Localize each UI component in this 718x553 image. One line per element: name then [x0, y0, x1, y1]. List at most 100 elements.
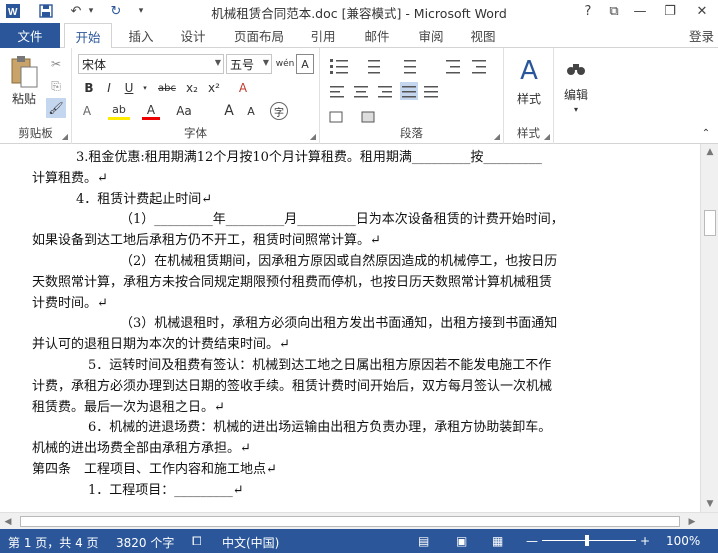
- restore-button[interactable]: ❐: [656, 0, 684, 22]
- zoom-out-button[interactable]: —: [526, 534, 538, 548]
- binoculars-icon[interactable]: [560, 54, 592, 84]
- font-launcher-icon[interactable]: ◢: [310, 132, 316, 141]
- proofing-icon[interactable]: ⧠: [192, 534, 202, 549]
- web-layout-icon[interactable]: ▦: [492, 534, 503, 548]
- vertical-scroll-thumb[interactable]: [704, 210, 716, 236]
- paste-icon[interactable]: [6, 54, 42, 90]
- tab-design[interactable]: 设计: [170, 23, 216, 48]
- document-line[interactable]: 计费时间。↵: [32, 294, 592, 315]
- enclose-characters-button[interactable]: 字: [270, 102, 288, 120]
- document-line[interactable]: （3）机械退租时，承租方必须向出租方发出书面通知，出租方接到书面通知: [32, 314, 592, 335]
- document-line[interactable]: （2）在机械租赁期间，因承租方原因或自然原因造成的机械停工，也按日历: [32, 252, 592, 273]
- highlight-button[interactable]: ab: [108, 102, 130, 120]
- help-button[interactable]: ?: [574, 0, 602, 22]
- styles-button[interactable]: 样式: [506, 90, 552, 106]
- char-border-button[interactable]: A: [296, 54, 314, 74]
- page-count[interactable]: 第 1 页，共 4 页: [8, 534, 99, 551]
- tab-view[interactable]: 视图: [460, 23, 506, 48]
- zoom-level[interactable]: 100%: [666, 534, 700, 548]
- copy-icon[interactable]: ⎘: [46, 76, 66, 96]
- undo-icon[interactable]: ↶: [66, 2, 86, 20]
- vertical-scrollbar[interactable]: ▲ ▼: [700, 144, 718, 512]
- tab-mailings[interactable]: 邮件: [354, 23, 400, 48]
- minimize-button[interactable]: —: [626, 0, 654, 22]
- scroll-up-icon[interactable]: ▲: [701, 144, 718, 160]
- save-icon[interactable]: [36, 2, 56, 20]
- document-body[interactable]: 3.租金优惠:租用期满12个月按10个月计算租费。租用期满_________按_…: [32, 148, 592, 502]
- undo-dropdown-icon[interactable]: ▾: [86, 2, 96, 20]
- change-case-button[interactable]: Aa: [172, 102, 196, 120]
- document-line[interactable]: 天数照常计算，承租方未按合同规定期限预付租费而停机，也按日历天数照常计算机械租赁: [32, 273, 592, 294]
- document-line[interactable]: 4．租赁计费起止时间↵: [32, 190, 592, 211]
- word-count[interactable]: 3820 个字: [116, 534, 174, 551]
- document-line[interactable]: 5．运转时间及租费有签认：机械到达工地之日属出租方原因若不能发电施工不作: [32, 356, 592, 377]
- close-button[interactable]: ✕: [688, 0, 716, 22]
- document-line[interactable]: 6．机械的进退场费：机械的进出场运输由出租方负责办理，承租方协助装卸车。: [32, 418, 592, 439]
- styles-launcher-icon[interactable]: ◢: [544, 132, 550, 141]
- font-size-combo[interactable]: 五号 ▼: [226, 54, 272, 74]
- ribbon-display-options-icon[interactable]: ⧉: [600, 0, 628, 22]
- chevron-down-icon[interactable]: ▾: [568, 104, 584, 114]
- subscript-button[interactable]: x₂: [182, 78, 202, 98]
- underline-button[interactable]: U: [120, 78, 138, 98]
- collapse-ribbon-icon[interactable]: ⌃: [698, 126, 714, 140]
- tab-references[interactable]: 引用: [300, 23, 346, 48]
- tab-file[interactable]: 文件: [0, 23, 60, 48]
- editing-button[interactable]: 编辑: [554, 86, 598, 102]
- font-group-label: 字体: [184, 126, 207, 140]
- print-layout-icon[interactable]: ▣: [456, 534, 467, 548]
- document-line[interactable]: （1）_________年_________月_________日为本次设备租赁…: [32, 210, 592, 231]
- italic-button[interactable]: I: [100, 78, 118, 98]
- scroll-down-icon[interactable]: ▼: [701, 496, 718, 512]
- zoom-slider-thumb[interactable]: [585, 535, 589, 546]
- ribbon-tabs: 文件 开始 插入 设计 页面布局 引用 邮件 审阅 视图 登录: [0, 23, 718, 49]
- tab-page-layout[interactable]: 页面布局: [226, 23, 292, 48]
- paragraph-tools[interactable]: [328, 56, 498, 126]
- document-line[interactable]: 并认可的退租日期为本次的计费结束时间。↵: [32, 335, 592, 356]
- tab-home[interactable]: 开始: [64, 23, 112, 49]
- document-line[interactable]: 计费，承租方必须办理到达日期的签收手续。租赁计费时间开始后，双方每月签认一次机械: [32, 377, 592, 398]
- customize-quick-access-icon[interactable]: ▾: [134, 2, 148, 20]
- clear-formatting-button[interactable]: A: [232, 78, 254, 98]
- superscript-button[interactable]: x²: [204, 78, 224, 98]
- document-area[interactable]: 3.租金优惠:租用期满12个月按10个月计算租费。租用期满_________按_…: [0, 144, 700, 512]
- read-mode-icon[interactable]: ▤: [418, 534, 429, 548]
- grow-font-button[interactable]: A: [220, 102, 238, 120]
- sign-in-link[interactable]: 登录: [689, 26, 714, 45]
- zoom-in-button[interactable]: +: [640, 534, 650, 548]
- styles-icon[interactable]: A: [510, 54, 548, 88]
- document-line[interactable]: 第四条 工程项目、工作内容和施工地点↵: [32, 460, 592, 481]
- paste-button[interactable]: 粘贴: [4, 90, 44, 106]
- chevron-down-icon[interactable]: ▾: [140, 78, 150, 98]
- font-name-value: 宋体: [82, 57, 107, 72]
- format-painter-icon[interactable]: 🖌: [46, 98, 66, 118]
- phonetic-guide-icon[interactable]: wén: [276, 54, 295, 74]
- tab-insert[interactable]: 插入: [118, 23, 164, 48]
- word-app-icon[interactable]: W: [4, 2, 22, 20]
- horizontal-scroll-thumb[interactable]: [20, 516, 680, 527]
- font-name-combo[interactable]: 宋体 ▼: [78, 54, 224, 74]
- redo-icon[interactable]: ↻: [106, 2, 126, 20]
- clipboard-launcher-icon[interactable]: ◢: [62, 132, 68, 141]
- title-bar: W ↶ ▾ ↻ ▾ 机械租赁合同范本.doc [兼容模式] - Microsof…: [0, 0, 718, 23]
- font-color-button[interactable]: A: [142, 102, 160, 120]
- language-indicator[interactable]: 中文(中国): [222, 534, 279, 551]
- text-effects-icon[interactable]: A: [78, 102, 96, 120]
- paragraph-launcher-icon[interactable]: ◢: [494, 132, 500, 141]
- document-line[interactable]: 机械的进出场费全部由承租方承担。↵: [32, 439, 592, 460]
- shrink-font-button[interactable]: A: [242, 102, 260, 120]
- strikethrough-button[interactable]: abc: [154, 78, 180, 98]
- cut-icon[interactable]: ✂: [46, 54, 66, 74]
- bold-button[interactable]: B: [80, 78, 98, 98]
- zoom-slider-track[interactable]: [542, 540, 636, 541]
- tab-review[interactable]: 审阅: [408, 23, 454, 48]
- scroll-left-icon[interactable]: ◀: [0, 513, 16, 530]
- svg-text:W: W: [8, 7, 18, 18]
- document-line[interactable]: 3.租金优惠:租用期满12个月按10个月计算租费。租用期满_________按_…: [32, 148, 592, 169]
- document-line[interactable]: 租赁费。最后一次为退租之日。↵: [32, 398, 592, 419]
- document-line[interactable]: 1．工程项目：_________↵: [32, 481, 592, 502]
- document-line[interactable]: 如果设备到达工地后承租方仍不开工，租赁时间照常计算。↵: [32, 231, 592, 252]
- scroll-right-icon[interactable]: ▶: [684, 513, 700, 530]
- document-line[interactable]: 计算租费。↵: [32, 169, 592, 190]
- horizontal-scrollbar[interactable]: ◀ ▶: [0, 512, 718, 529]
